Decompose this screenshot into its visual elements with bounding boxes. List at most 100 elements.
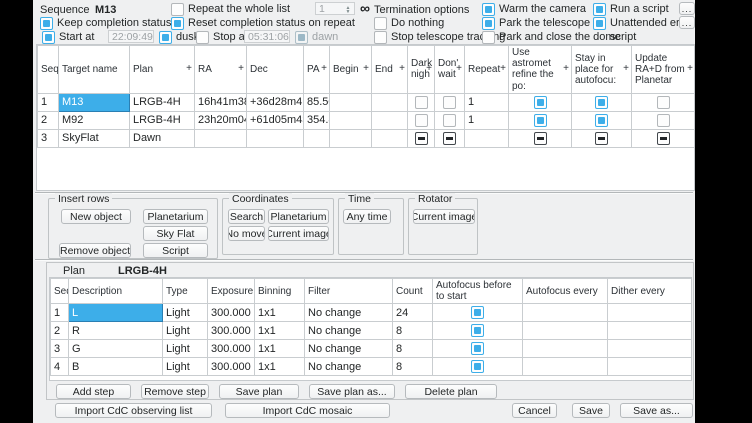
remove-step-button[interactable]: Remove step: [141, 384, 209, 399]
cancel-button[interactable]: Cancel: [512, 403, 557, 418]
reset-completion-option[interactable]: Reset completion status on repeat: [171, 16, 355, 30]
sort-plus-icon[interactable]: +: [363, 63, 369, 74]
cell[interactable]: [608, 322, 693, 340]
sort-plus-icon[interactable]: +: [186, 63, 192, 74]
cell[interactable]: Dawn: [130, 129, 195, 147]
checkbox[interactable]: [415, 114, 428, 127]
spinner-arrows-icon[interactable]: ▲▼: [344, 3, 352, 16]
cell[interactable]: [330, 111, 372, 129]
delete-plan-button[interactable]: Delete plan: [405, 384, 497, 399]
repeat-count-spinbox[interactable]: 1 ▲▼: [315, 2, 355, 15]
cell[interactable]: [608, 358, 693, 376]
checkbox[interactable]: [415, 132, 428, 145]
stop-at-option[interactable]: Stop at: [196, 30, 248, 44]
col-dither-every[interactable]: Dither every: [608, 279, 693, 304]
cell[interactable]: 1: [465, 93, 509, 111]
cell[interactable]: 1x1: [255, 304, 305, 322]
warm-camera-checkbox[interactable]: [482, 3, 495, 16]
col-seq[interactable]: Seq: [38, 46, 59, 94]
import-cdc-mosaic-button[interactable]: Import CdC mosaic: [225, 403, 390, 418]
repeat-whole-list-option[interactable]: Repeat the whole list: [171, 2, 290, 16]
cell[interactable]: 85.50: [304, 93, 330, 111]
cell[interactable]: 24: [393, 304, 433, 322]
cell[interactable]: 300.000: [208, 304, 255, 322]
cell[interactable]: 4: [51, 358, 69, 376]
cell[interactable]: 300.000: [208, 358, 255, 376]
cell[interactable]: [372, 129, 408, 147]
run-script-option[interactable]: Run a script: [593, 2, 669, 16]
cell[interactable]: [608, 340, 693, 358]
dawn-checkbox[interactable]: [295, 31, 308, 44]
checkbox[interactable]: [657, 96, 670, 109]
keep-completion-option[interactable]: Keep completion status: [40, 16, 171, 30]
sort-plus-icon[interactable]: +: [238, 63, 244, 74]
cell[interactable]: R: [69, 322, 163, 340]
stop-at-checkbox[interactable]: [196, 31, 209, 44]
col-dark-night[interactable]: Dark nigh+: [408, 46, 435, 94]
cell[interactable]: 8: [393, 340, 433, 358]
col-astrometry[interactable]: Use astromet refine the po:+: [509, 46, 572, 94]
cell[interactable]: 2: [51, 322, 69, 340]
cell[interactable]: 1x1: [255, 358, 305, 376]
sort-plus-icon[interactable]: +: [321, 63, 327, 74]
cell[interactable]: 3: [51, 340, 69, 358]
park-dome-option[interactable]: Park and close the dome: [482, 30, 621, 44]
repeat-whole-list-checkbox[interactable]: [171, 3, 184, 16]
col-target-name[interactable]: Target name: [59, 46, 130, 94]
cell[interactable]: M92: [59, 111, 130, 129]
sort-plus-icon[interactable]: +: [563, 63, 569, 74]
cell[interactable]: 300.000: [208, 340, 255, 358]
cell[interactable]: LRGB-4H: [130, 111, 195, 129]
cell[interactable]: [465, 129, 509, 147]
col-begin[interactable]: Begin+: [330, 46, 372, 94]
cell[interactable]: +36d28m41s: [247, 93, 304, 111]
cell[interactable]: Light: [163, 322, 208, 340]
do-nothing-option[interactable]: Do nothing: [374, 16, 444, 30]
save-button[interactable]: Save: [572, 403, 610, 418]
park-dome-checkbox[interactable]: [482, 31, 495, 44]
cell[interactable]: [523, 322, 608, 340]
cell[interactable]: 3: [38, 129, 59, 147]
checkbox[interactable]: [471, 306, 484, 319]
cell[interactable]: [372, 111, 408, 129]
checkbox[interactable]: [443, 96, 456, 109]
sort-plus-icon[interactable]: +: [687, 63, 693, 74]
sort-plus-icon[interactable]: +: [399, 63, 405, 74]
save-plan-button[interactable]: Save plan: [219, 384, 299, 399]
checkbox[interactable]: [595, 96, 608, 109]
cell[interactable]: 1: [38, 93, 59, 111]
checkbox[interactable]: [471, 342, 484, 355]
cell[interactable]: B: [69, 358, 163, 376]
cell[interactable]: 16h41m38s: [195, 93, 247, 111]
col-plan-seq[interactable]: Seq: [51, 279, 69, 304]
dusk-checkbox[interactable]: [159, 31, 172, 44]
cell[interactable]: 1x1: [255, 340, 305, 358]
import-cdc-observing-list-button[interactable]: Import CdC observing list: [55, 403, 212, 418]
checkbox[interactable]: [595, 114, 608, 127]
sort-plus-icon[interactable]: +: [456, 63, 462, 74]
col-stay-in-place[interactable]: Stay in place for autofocu:+: [572, 46, 632, 94]
park-telescope-option[interactable]: Park the telescope: [482, 16, 590, 30]
cell[interactable]: Light: [163, 304, 208, 322]
col-repeat[interactable]: Repeat+: [465, 46, 509, 94]
cell[interactable]: G: [69, 340, 163, 358]
cell[interactable]: [372, 93, 408, 111]
col-autofocus-every[interactable]: Autofocus every: [523, 279, 608, 304]
cell[interactable]: [608, 304, 693, 322]
col-dec[interactable]: Dec: [247, 46, 304, 94]
cell[interactable]: 8: [393, 358, 433, 376]
any-time-button[interactable]: Any time: [343, 209, 391, 224]
cell[interactable]: LRGB-4H: [130, 93, 195, 111]
cell[interactable]: +61d05m43s: [247, 111, 304, 129]
sort-plus-icon[interactable]: +: [623, 63, 629, 74]
start-at-option[interactable]: Start at: [42, 30, 94, 44]
dawn-option[interactable]: dawn: [295, 30, 338, 44]
checkbox[interactable]: [657, 132, 670, 145]
checkbox[interactable]: [595, 132, 608, 145]
park-telescope-checkbox[interactable]: [482, 17, 495, 30]
col-end[interactable]: End+: [372, 46, 408, 94]
col-dont-wait[interactable]: Don' wait+: [435, 46, 465, 94]
sort-plus-icon[interactable]: +: [426, 63, 432, 74]
cell[interactable]: No change: [305, 340, 393, 358]
cell[interactable]: No change: [305, 304, 393, 322]
